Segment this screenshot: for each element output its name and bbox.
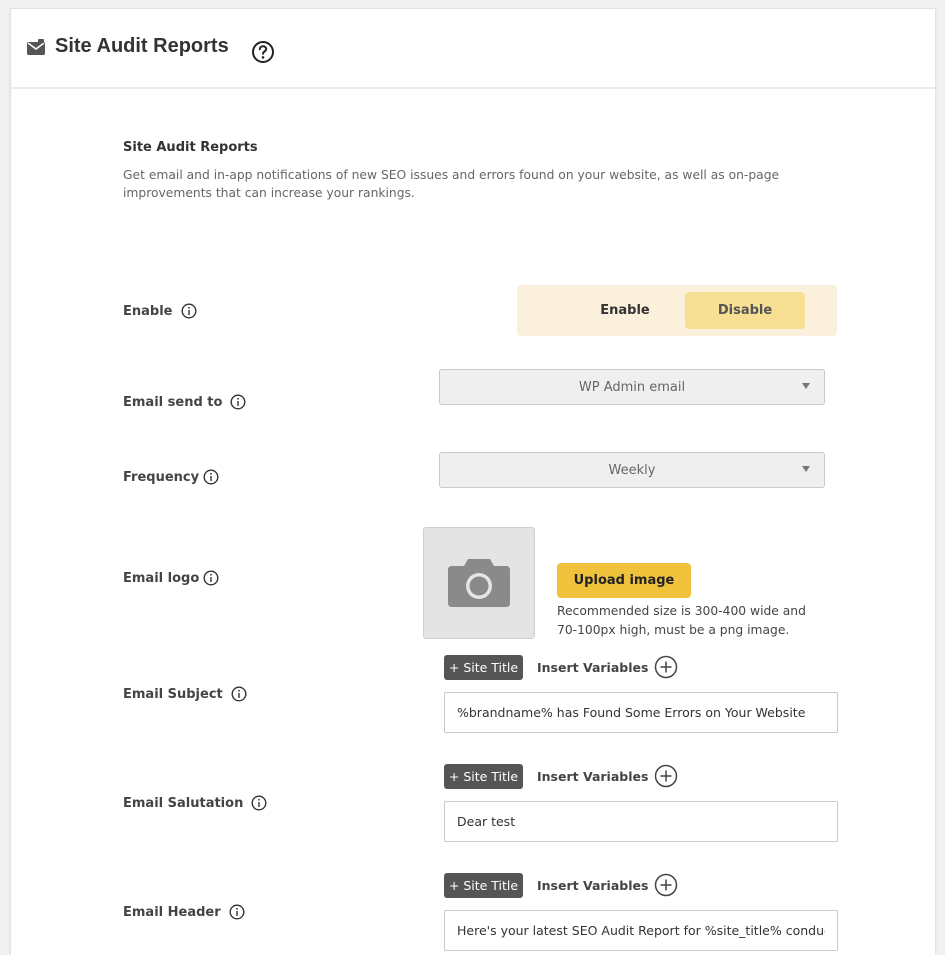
enable-option-button[interactable]: Enable (565, 292, 685, 329)
email-salutation-label: Email Salutation (123, 795, 267, 811)
help-circle-icon[interactable] (251, 40, 275, 64)
enable-toggle: Enable Disable (517, 285, 837, 336)
section-description: Get email and in-app notifications of ne… (123, 168, 780, 200)
chevron-down-icon (802, 383, 810, 389)
email-send-to-label: Email send to (123, 394, 246, 410)
camera-icon (448, 555, 510, 611)
panel-header: Site Audit Reports (11, 9, 935, 89)
insert-variables-button[interactable]: Insert Variables (537, 873, 678, 897)
info-icon[interactable] (180, 303, 197, 319)
email-send-to-select[interactable]: WP Admin email (439, 369, 825, 405)
insert-variables-button[interactable]: Insert Variables (537, 764, 678, 788)
email-logo-label-text: Email logo (123, 570, 200, 586)
email-subject-label-text: Email Subject (123, 686, 223, 702)
email-send-to-value: WP Admin email (578, 379, 686, 395)
enable-label-text: Enable (123, 303, 173, 319)
frequency-label-text: Frequency (123, 469, 200, 485)
frequency-label: Frequency (123, 469, 219, 485)
email-salutation-label-text: Email Salutation (123, 795, 244, 811)
section-title: Site Audit Reports (123, 140, 258, 155)
site-title-chip[interactable]: + Site Title (444, 873, 523, 898)
email-header-input[interactable] (444, 910, 838, 951)
chevron-down-icon (802, 466, 810, 472)
disable-option-button[interactable]: Disable (685, 292, 805, 329)
email-header-label-text: Email Header (123, 904, 221, 920)
info-icon[interactable] (231, 686, 247, 702)
email-logo-label: Email logo (123, 570, 219, 586)
settings-panel: Site Audit Reports Site Audit Reports Ge… (10, 8, 936, 955)
site-title-chip[interactable]: + Site Title (444, 655, 523, 680)
plus-circle-icon[interactable] (654, 764, 678, 788)
frequency-value: Weekly (608, 462, 656, 478)
plus-circle-icon[interactable] (654, 873, 678, 897)
page-title: Site Audit Reports (55, 35, 229, 57)
enable-label: Enable (123, 303, 197, 319)
upload-hint: Recommended size is 300-400 wide and 70-… (557, 604, 806, 637)
email-salutation-input[interactable] (444, 801, 838, 842)
email-header-label: Email Header (123, 904, 245, 920)
insert-variables-label: Insert Variables (537, 877, 649, 893)
email-subject-label: Email Subject (123, 686, 247, 702)
plus-circle-icon[interactable] (654, 655, 678, 679)
insert-variables-label: Insert Variables (537, 659, 649, 675)
info-icon[interactable] (230, 394, 246, 410)
upload-image-button[interactable]: Upload image (557, 563, 691, 598)
email-logo-preview[interactable] (423, 527, 535, 639)
info-icon[interactable] (203, 570, 219, 586)
insert-variables-button[interactable]: Insert Variables (537, 655, 678, 679)
insert-variables-label: Insert Variables (537, 768, 649, 784)
frequency-select[interactable]: Weekly (439, 452, 825, 488)
info-icon[interactable] (203, 469, 219, 485)
email-send-to-label-text: Email send to (123, 394, 223, 410)
email-subject-input[interactable] (444, 692, 838, 733)
envelope-icon (27, 39, 45, 55)
info-icon[interactable] (251, 795, 267, 811)
site-title-chip[interactable]: + Site Title (444, 764, 523, 789)
info-icon[interactable] (229, 904, 245, 920)
